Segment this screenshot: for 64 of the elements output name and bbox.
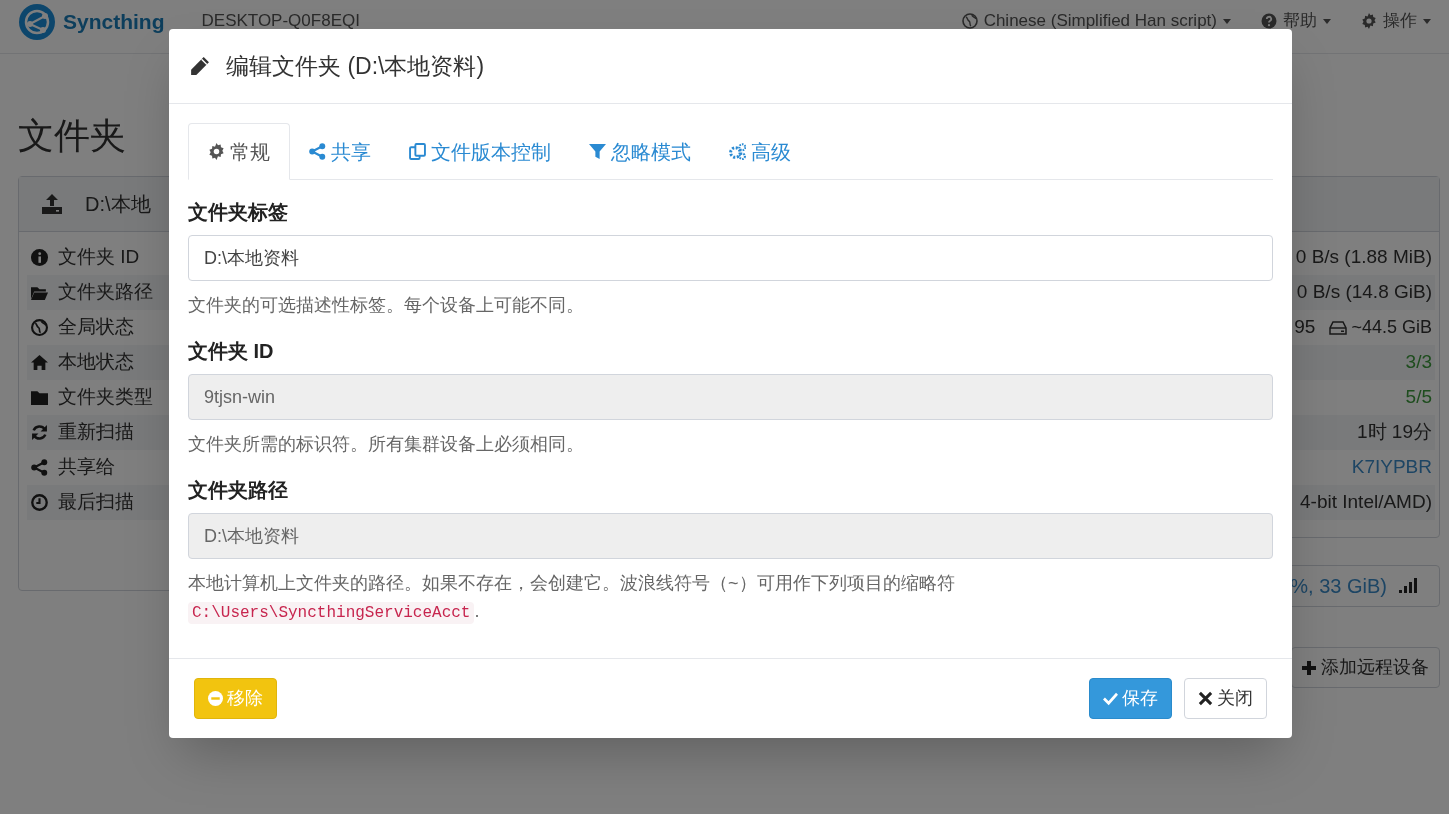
pencil-icon — [189, 55, 210, 77]
caret-icon — [1423, 18, 1431, 24]
home-icon — [31, 354, 48, 371]
row-value[interactable]: K7IYPBR — [1351, 453, 1432, 482]
row-label: 全局状态 — [58, 315, 134, 340]
share-icon — [309, 143, 326, 160]
row-value: 5/5 — [1405, 385, 1432, 410]
menu-dropdown[interactable]: Chinese (Simplified Han script) — [961, 9, 1231, 33]
row-value: 1时 19分 — [1357, 420, 1432, 445]
row-value: 3/3 — [1405, 350, 1432, 375]
close-icon — [1198, 691, 1213, 706]
tab[interactable]: 常规 — [188, 123, 290, 180]
folder-open-icon — [31, 284, 48, 301]
row-value: 4-bit Intel/AMD) — [1300, 490, 1432, 515]
page-heading: 文件夹 — [18, 114, 126, 158]
share-icon — [31, 459, 48, 476]
tab[interactable]: 忽略模式 — [570, 123, 710, 180]
settings-icon — [1361, 13, 1377, 29]
check-icon — [1103, 691, 1118, 706]
plus-icon — [1302, 660, 1316, 675]
row-value: 95 — [1294, 315, 1316, 340]
help-text: 文件夹所需的标识符。所有集群设备上必须相同。 — [188, 433, 585, 456]
save-button[interactable]: 保存 — [1089, 678, 1172, 719]
field-label: 文件夹 ID — [188, 339, 275, 364]
folder-icon — [31, 389, 48, 406]
tab[interactable]: 文件版本控制 — [390, 123, 570, 180]
row-value: 0 B/s (1.88 MiB) — [1295, 245, 1432, 270]
filter-icon — [589, 143, 606, 160]
row-label: 共享给 — [58, 455, 115, 480]
row-value: ~44.5 GiB — [1351, 316, 1432, 339]
refresh-icon — [31, 424, 48, 441]
menu-dropdown[interactable]: 帮助 — [1261, 9, 1331, 33]
input-field[interactable]: D:\本地资料 — [188, 235, 1273, 281]
tab[interactable]: 共享 — [290, 123, 390, 180]
tab[interactable]: 高级 — [710, 123, 810, 180]
upload-icon — [41, 194, 63, 214]
copy-icon — [409, 143, 426, 160]
field-label: 文件夹标签 — [188, 200, 289, 225]
modal-title: 编辑文件夹 (D:\本地资料) — [226, 51, 485, 81]
settings-icon — [208, 143, 225, 160]
folder-title: D:\本地 — [85, 192, 151, 217]
row-label: 文件夹 ID — [58, 245, 140, 270]
menu-dropdown[interactable]: 操作 — [1361, 9, 1431, 33]
help-text: 本地计算机上文件夹的路径。如果不存在，会创建它。波浪线符号（~）可用作下列项目的缩略符 C:\Users\SyncthingServiceAcct . — [188, 572, 956, 626]
row-label: 本地状态 — [58, 350, 134, 375]
close-button[interactable]: 关闭 — [1184, 678, 1267, 719]
minus-circle-icon — [208, 691, 223, 706]
brand-name: Syncthing — [63, 10, 165, 34]
caret-icon — [1223, 18, 1231, 24]
row-label: 文件夹路径 — [58, 280, 153, 305]
row-label: 文件夹类型 — [58, 385, 153, 410]
device-name: DESKTOP-Q0F8EQI — [201, 10, 360, 32]
caret-icon — [1323, 18, 1331, 24]
hard-drive-icon — [1329, 320, 1348, 335]
field-label: 文件夹路径 — [188, 478, 289, 503]
row-label: 重新扫描 — [58, 420, 134, 445]
info-icon — [31, 249, 48, 266]
signal-icon — [1399, 578, 1417, 594]
row-label: 最后扫描 — [58, 490, 134, 515]
row-value: 0 B/s (14.8 GiB) — [1296, 280, 1432, 305]
help-text: 文件夹的可选描述性标签。每个设备上可能不同。 — [188, 294, 585, 317]
add-device-button[interactable]: 添加远程设备 — [1291, 647, 1440, 688]
logo-icon — [18, 3, 56, 41]
clock-icon — [31, 494, 48, 511]
